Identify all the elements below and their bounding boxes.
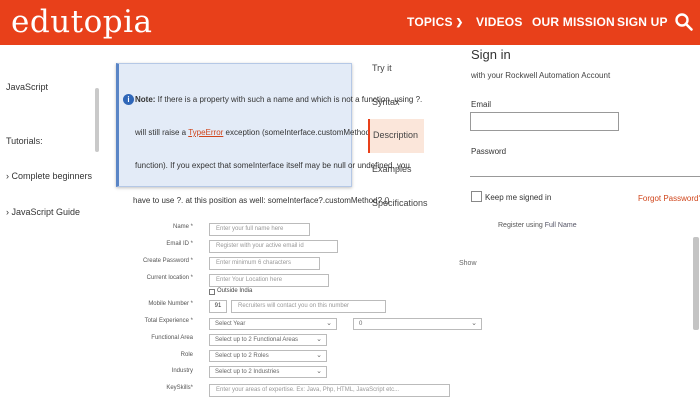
role-label: Role — [180, 352, 193, 358]
experience-month-select[interactable]: 0 ⌄ — [353, 318, 482, 330]
chevron-down-icon: ⌄ — [316, 336, 322, 343]
site-header: edutopia TOPICS ❯ VIDEOS OUR MISSION SIGN… — [0, 0, 700, 45]
signin-password-field[interactable] — [470, 158, 700, 177]
email-id-label: Email ID * — [166, 241, 193, 247]
experience-year-select[interactable]: Select Year ⌄ — [209, 318, 337, 330]
sidebar-item-complete-beginners[interactable]: › Complete beginners — [6, 171, 92, 181]
forgot-password-link[interactable]: Forgot Password? — [638, 194, 700, 203]
email-id-input[interactable]: Register with your active email id — [209, 240, 338, 253]
keyskills-label: KeySkills* — [166, 385, 193, 391]
signin-email-label: Email — [471, 100, 492, 109]
note-callout: i Note: If there is a property with such… — [116, 63, 422, 187]
register-using-full-name-link[interactable]: Full Name — [545, 222, 577, 229]
nav-sign-up[interactable]: SIGN UP — [617, 15, 668, 29]
nav-videos[interactable]: VIDEOS — [476, 15, 523, 29]
note-line-2: will still raise a TypeError exception (… — [135, 128, 398, 138]
keyskills-input[interactable]: Enter your areas of expertise. Ex: Java,… — [209, 384, 450, 397]
experience-month-value: 0 — [359, 321, 363, 327]
sidebar-item-javascript[interactable]: JavaScript — [6, 82, 48, 92]
chevron-down-icon: ❯ — [455, 17, 464, 27]
toc-link-specifications[interactable]: Specifications — [372, 198, 428, 208]
signin-email-field[interactable] — [470, 112, 619, 131]
signin-subtitle: with your Rockwell Automation Account — [471, 71, 611, 80]
note-line-3: function). If you expect that someInterf… — [135, 161, 410, 170]
chevron-down-icon: ⌄ — [316, 368, 322, 375]
create-password-label: Create Password * — [142, 258, 193, 264]
signin-password-label: Password — [471, 147, 507, 156]
register-using: Register using Full Name — [498, 222, 577, 229]
nav-our-mission[interactable]: OUR MISSION — [532, 15, 615, 29]
chevron-down-icon: ⌄ — [326, 320, 332, 327]
industry-label: Industry — [171, 368, 193, 374]
typeerror-link[interactable]: TypeError — [188, 128, 223, 137]
role-select[interactable]: Select up to 2 Roles ⌄ — [209, 350, 327, 362]
toc-link-examples[interactable]: Examples — [372, 164, 412, 174]
search-icon[interactable] — [674, 12, 694, 32]
show-password-toggle[interactable]: Show — [459, 260, 477, 267]
toc-link-try-it[interactable]: Try it — [372, 63, 392, 73]
sidebar-heading-tutorials: Tutorials: — [6, 136, 43, 146]
name-input[interactable]: Enter your full name here — [209, 223, 310, 236]
note-line-2-pre: will still raise a — [135, 128, 189, 137]
experience-year-value: Select Year — [215, 321, 246, 327]
nav-topics-label: TOPICS — [407, 15, 453, 29]
country-code-field[interactable]: 91 — [209, 300, 227, 313]
industry-value: Select up to 2 Industries — [215, 369, 280, 375]
functional-area-select[interactable]: Select up to 2 Functional Areas ⌄ — [209, 334, 327, 346]
page-root: edutopia TOPICS ❯ VIDEOS OUR MISSION SIGN… — [0, 0, 700, 400]
page-scrollbar[interactable] — [693, 237, 699, 330]
chevron-down-icon: ⌄ — [316, 352, 322, 359]
functional-area-value: Select up to 2 Functional Areas — [215, 337, 299, 343]
name-label: Name * — [172, 224, 193, 230]
industry-select[interactable]: Select up to 2 Industries ⌄ — [209, 366, 327, 378]
role-value: Select up to 2 Roles — [215, 353, 269, 359]
sidebar-item-javascript-guide[interactable]: › JavaScript Guide — [6, 207, 80, 217]
sidebar-scrollbar[interactable] — [95, 88, 99, 152]
docs-sidebar: JavaScript Tutorials: › Complete beginne… — [0, 45, 100, 245]
mobile-number-label: Mobile Number * — [148, 301, 193, 307]
outside-india-label: Outside India — [217, 288, 253, 294]
keep-signed-in-checkbox[interactable] — [471, 191, 482, 202]
toc-link-description[interactable]: Description — [373, 130, 418, 140]
create-password-input[interactable]: Enter minimum 6 characters — [209, 257, 320, 270]
info-icon: i — [123, 94, 134, 105]
mobile-number-input[interactable]: Recruiters will contact you on this numb… — [231, 300, 386, 313]
chevron-down-icon: ⌄ — [471, 320, 477, 327]
signin-title: Sign in — [471, 47, 511, 62]
keep-signed-in-label: Keep me signed in — [485, 193, 552, 202]
functional-area-label: Functional Area — [151, 335, 193, 341]
current-location-label: Current location * — [146, 275, 193, 281]
outside-india-checkbox[interactable] — [209, 289, 215, 295]
toc-link-syntax[interactable]: Syntax — [372, 97, 400, 107]
register-using-prefix: Register using — [498, 222, 545, 229]
total-experience-label: Total Experience * — [144, 318, 193, 324]
current-location-input[interactable]: Enter Your Location here — [209, 274, 329, 287]
note-continuation-text: have to use ?. at this position as well:… — [133, 196, 390, 205]
note-label: Note: — [135, 95, 156, 104]
nav-topics[interactable]: TOPICS ❯ — [407, 15, 463, 29]
site-logo[interactable]: edutopia — [11, 4, 153, 40]
